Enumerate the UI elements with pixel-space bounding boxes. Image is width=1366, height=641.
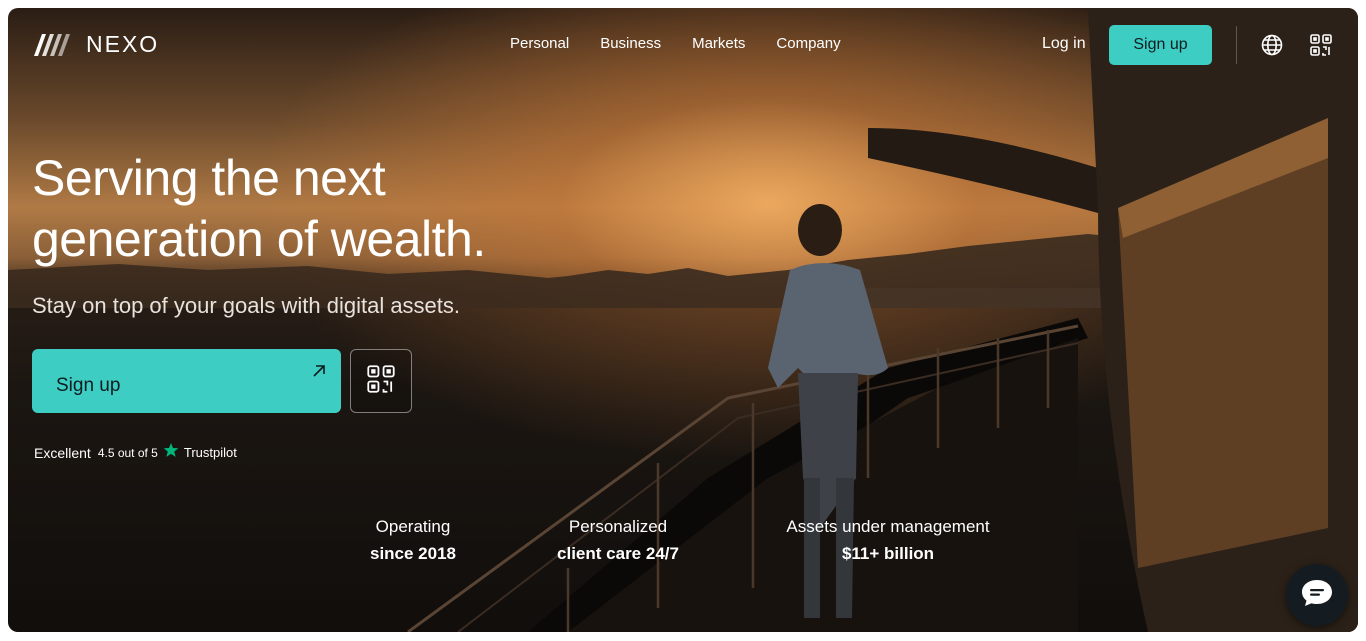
hero-qr-button[interactable]: [350, 349, 412, 413]
chat-button[interactable]: [1286, 564, 1348, 626]
trustpilot-rating[interactable]: Excellent 4.5 out of 5 Trustpilot: [34, 442, 237, 463]
stat-label: Personalized: [568, 517, 668, 536]
hero-title-line-2: generation of wealth.: [32, 211, 486, 267]
trustpilot-brand: Trustpilot: [183, 445, 237, 460]
brand-logo[interactable]: NEXO: [32, 30, 159, 58]
stat-operating: Operating since 2018: [354, 517, 472, 564]
nav-item-company[interactable]: Company: [776, 35, 840, 52]
nexo-logo-icon: [34, 34, 70, 56]
nav-item-markets[interactable]: Markets: [692, 35, 745, 52]
top-navigation-bar: NEXO Personal Business Markets Company L…: [8, 8, 1358, 84]
stat-label: Assets under management: [786, 517, 990, 536]
brand-name: NEXO: [86, 30, 160, 57]
main-nav: Personal Business Markets Company: [510, 35, 841, 52]
nav-item-business[interactable]: Business: [600, 35, 661, 52]
star-icon: [163, 442, 179, 463]
trustpilot-rating-text: Excellent: [34, 444, 91, 461]
login-link[interactable]: Log in: [1042, 35, 1086, 53]
hero-title: Serving the next generation of wealth.: [32, 148, 486, 270]
chat-icon: [1300, 578, 1334, 613]
header-divider: [1236, 26, 1237, 64]
hero-signup-label: Sign up: [56, 375, 121, 396]
header-signup-button[interactable]: Sign up: [1109, 25, 1212, 65]
stat-value: client care 24/7: [557, 544, 679, 563]
hero-signup-button[interactable]: Sign up: [32, 349, 341, 413]
hero-subtitle: Stay on top of your goals with digital a…: [32, 293, 461, 318]
stat-value: $11+ billion: [841, 544, 935, 563]
qr-code-icon[interactable]: [1310, 34, 1332, 61]
stat-client-care: Personalized client care 24/7: [539, 517, 697, 564]
globe-icon[interactable]: [1261, 34, 1283, 61]
nav-item-personal[interactable]: Personal: [510, 35, 569, 52]
trustpilot-score: 4.5 out of 5: [97, 445, 158, 460]
stat-value: since 2018: [369, 544, 456, 563]
qr-code-icon: [367, 364, 395, 398]
arrow-up-right-icon: [311, 363, 327, 384]
hero-title-line-1: Serving the next: [32, 150, 386, 206]
stat-assets: Assets under management $11+ billion: [768, 517, 1008, 564]
hero-section: NEXO Personal Business Markets Company L…: [8, 8, 1358, 632]
stat-label: Operating: [375, 517, 451, 536]
